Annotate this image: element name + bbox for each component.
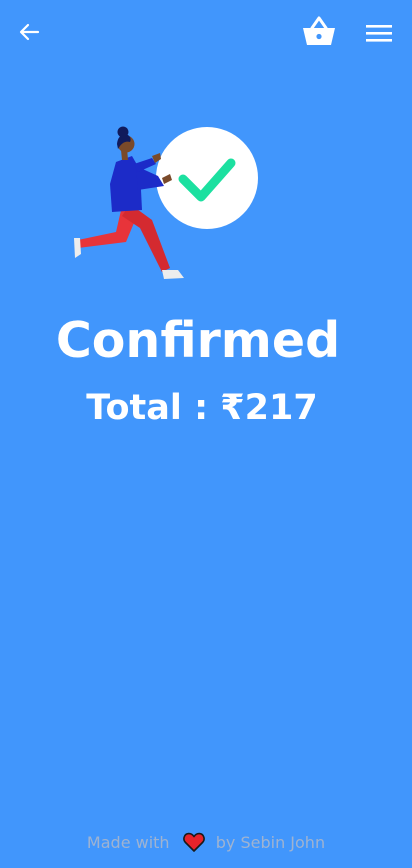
top-app-bar [0,0,412,64]
total-label: Total : [86,388,209,428]
shopping-basket-icon[interactable] [300,14,338,48]
order-total: Total : ₹217 [0,388,404,428]
heart-icon [182,832,205,852]
order-confirmed-illustration [66,120,266,290]
total-amount: ₹217 [220,388,318,428]
back-arrow-icon[interactable] [16,20,44,44]
footer-credit: Made with by Sebin John [0,832,412,852]
footer-made-with: Made with [86,833,170,852]
hamburger-menu-icon[interactable] [362,20,396,46]
footer-author: by Sebin John [215,833,326,852]
confirmation-title: Confirmed [55,312,341,369]
